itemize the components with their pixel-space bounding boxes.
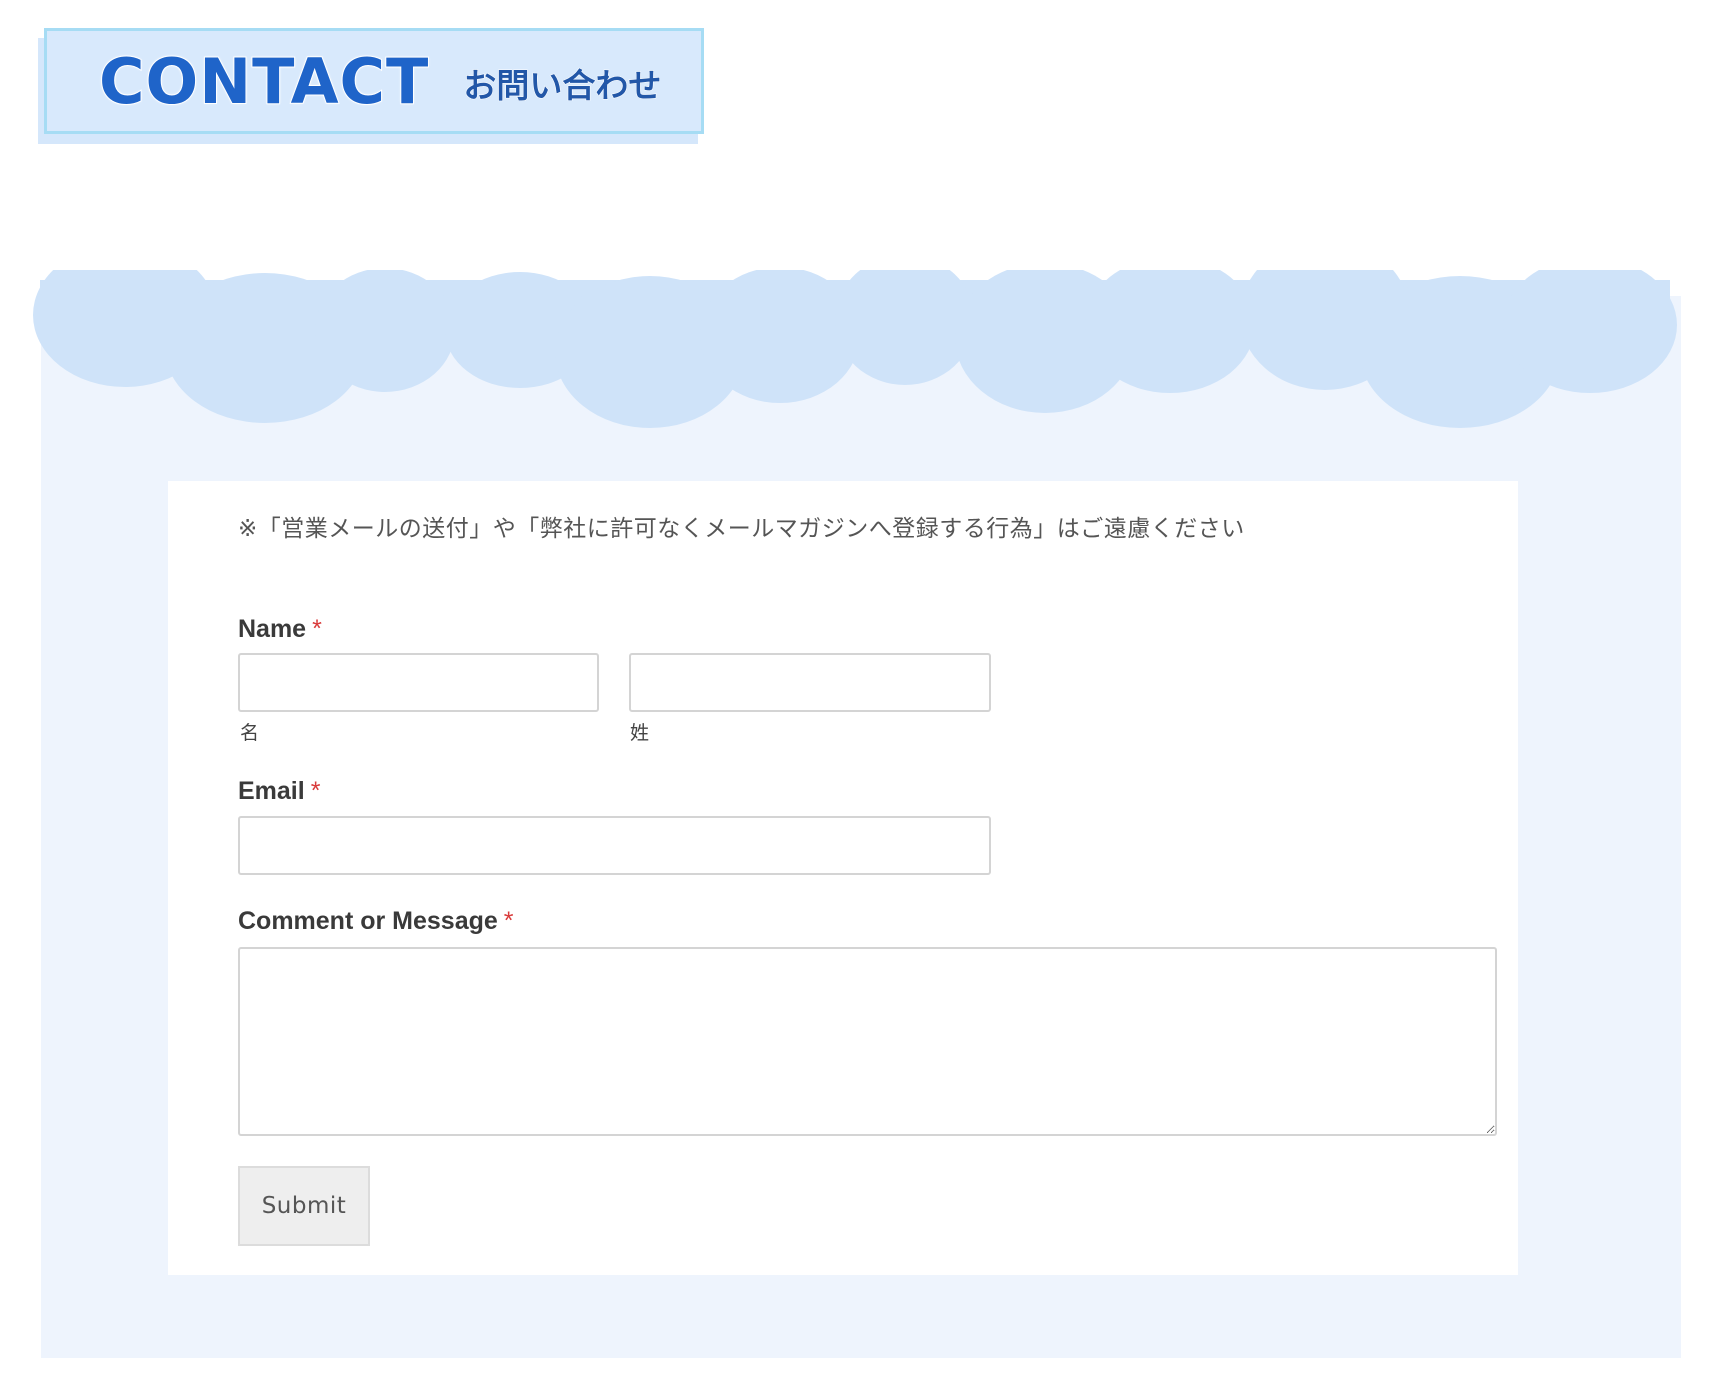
first-name-input[interactable] [238, 653, 599, 712]
submit-button[interactable]: Submit [238, 1166, 370, 1246]
contact-form: ※「営業メールの送付」や「弊社に許可なくメールマガジンへ登録する行為」はご遠慮く… [168, 481, 1518, 1275]
first-name-sublabel: 名 [240, 722, 260, 744]
cloud-decoration [33, 270, 1677, 428]
message-label: Comment or Message * [238, 907, 514, 936]
required-asterisk: * [312, 615, 322, 643]
page-title: CONTACT [98, 44, 430, 119]
required-asterisk: * [503, 907, 514, 935]
page-subtitle: お問い合わせ [463, 66, 662, 106]
name-label-text: Name [238, 615, 307, 643]
message-textarea[interactable] [238, 947, 1497, 1136]
last-name-input[interactable] [629, 653, 991, 712]
message-label-text: Comment or Message [238, 907, 498, 935]
required-asterisk: * [310, 777, 321, 805]
email-input[interactable] [238, 816, 991, 875]
last-name-sublabel: 姓 [630, 722, 650, 744]
email-label-text: Email [238, 777, 305, 805]
header-badge: CONTACT お問い合わせ [44, 28, 704, 134]
form-notice: ※「営業メールの送付」や「弊社に許可なくメールマガジンへ登録する行為」はご遠慮く… [238, 516, 1245, 542]
name-label: Name * [238, 615, 322, 644]
email-label: Email * [238, 777, 320, 806]
